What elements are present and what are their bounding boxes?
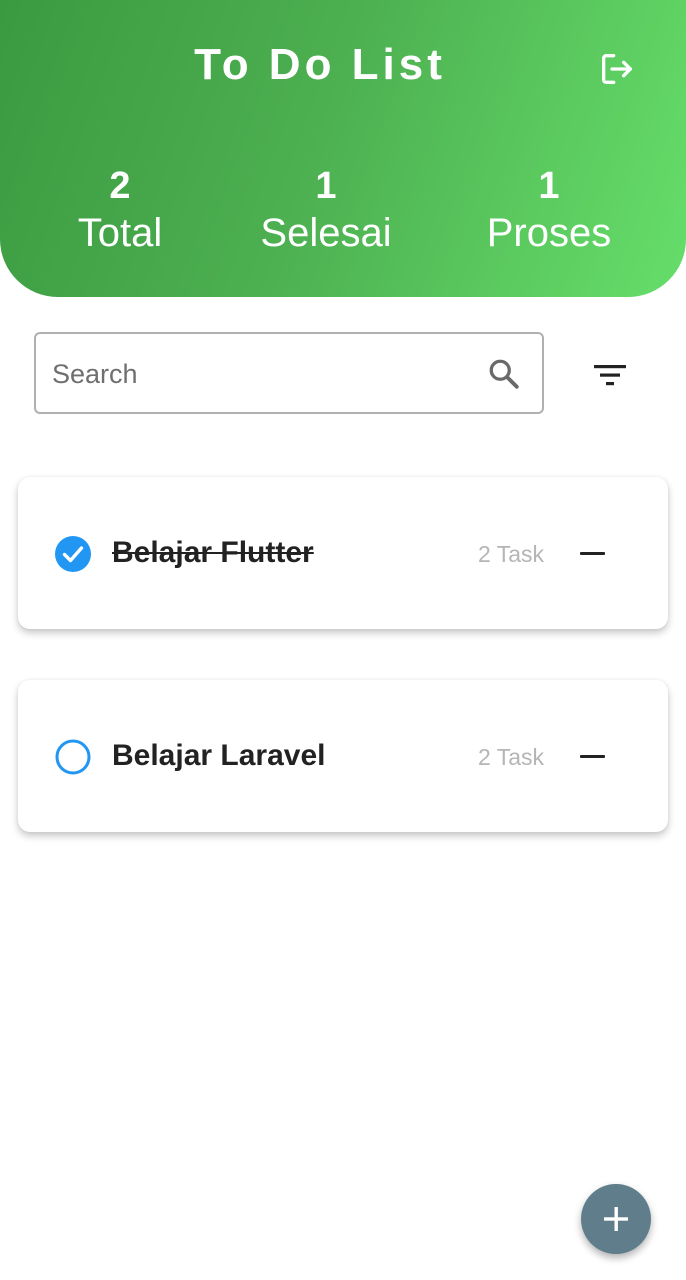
add-todo-button[interactable] <box>581 1184 651 1254</box>
stat-total-label: Total <box>77 211 163 255</box>
stat-proses: 1 Proses <box>449 164 649 258</box>
unchecked-icon[interactable] <box>54 738 92 776</box>
stat-proses-label: Proses <box>486 211 612 255</box>
stat-proses-value: 1 <box>538 165 560 207</box>
filter-button[interactable] <box>584 350 636 400</box>
search-icon[interactable] <box>486 356 522 392</box>
add-icon <box>604 1207 628 1231</box>
header: To Do List 2 Total 1 Selesai 1 Proses <box>0 0 686 297</box>
search-input[interactable] <box>50 334 474 414</box>
todo-card-flutter[interactable]: Belajar Flutter 2 Task <box>18 477 668 629</box>
task-count: 2 Task <box>478 541 545 567</box>
checked-icon[interactable] <box>54 535 92 573</box>
collapse-button[interactable] <box>572 535 612 571</box>
screen: To Do List 2 Total 1 Selesai 1 Proses Se… <box>0 0 686 1280</box>
search-box <box>34 332 544 414</box>
todo-card-laravel[interactable]: Belajar Laravel 2 Task <box>18 680 668 832</box>
todo-title: Belajar Laravel <box>112 739 326 772</box>
logout-icon <box>602 54 632 85</box>
stat-total: 2 Total <box>20 164 220 258</box>
stat-total-value: 2 <box>109 165 131 207</box>
stat-selesai-value: 1 <box>315 165 337 207</box>
task-count: 2 Task <box>478 744 545 770</box>
stat-selesai-label: Selesai <box>260 211 392 255</box>
filter-icon <box>594 365 626 386</box>
app-title: To Do List <box>194 40 446 89</box>
logout-button[interactable] <box>594 46 640 92</box>
todo-title: Belajar Flutter <box>112 536 314 569</box>
stat-selesai: 1 Selesai <box>226 164 426 258</box>
collapse-button[interactable] <box>572 738 612 774</box>
